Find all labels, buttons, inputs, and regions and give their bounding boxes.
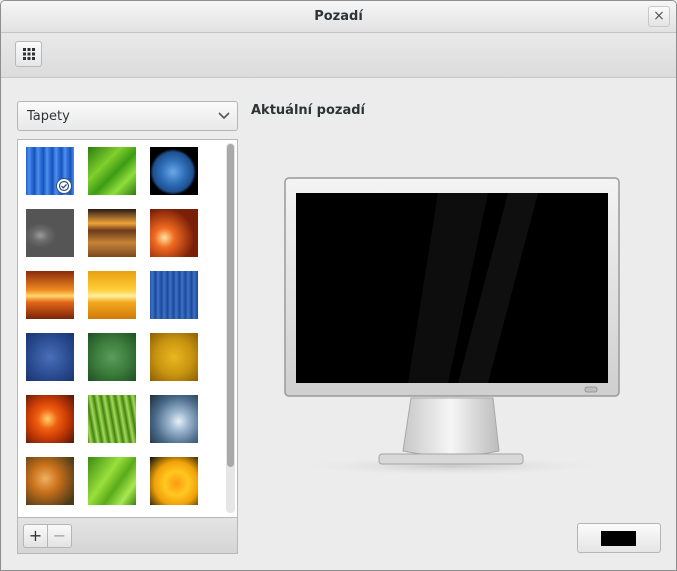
thumbnail-grid [26, 147, 202, 505]
add-wallpaper-button[interactable]: + [23, 524, 48, 548]
thumbnail-water-splash[interactable] [150, 395, 198, 443]
color-swatch [601, 531, 636, 546]
remove-wallpaper-button[interactable]: − [47, 524, 72, 548]
gallery-toolbar: + − [17, 518, 238, 554]
thumbnail-yellow-flower[interactable] [150, 457, 198, 505]
source-combo-value: Tapety [27, 109, 70, 124]
wallpaper-gallery [17, 139, 238, 518]
thumbnail-green-gradient[interactable] [88, 333, 136, 381]
monitor-preview [284, 177, 620, 476]
window-title: Pozadí [314, 9, 363, 24]
close-button[interactable]: × [648, 6, 670, 27]
thumbnail-orange-bokeh[interactable] [150, 209, 198, 257]
titlebar: Pozadí × [1, 1, 676, 33]
current-background-label: Aktuální pozadí [251, 103, 365, 118]
thumbnail-green-leaf[interactable] [88, 147, 136, 195]
thumbnail-blue-lines[interactable] [150, 271, 198, 319]
thumbnail-orange-flower[interactable] [26, 395, 74, 443]
thumbnail-blue-gradient[interactable] [26, 333, 74, 381]
selected-check-icon [56, 178, 72, 194]
thumbnail-water-drops[interactable] [26, 209, 74, 257]
thumbnail-blue-stripes[interactable] [26, 147, 74, 195]
toolbar [1, 33, 676, 78]
source-combo[interactable]: Tapety [17, 101, 238, 131]
show-all-settings-button[interactable] [15, 41, 42, 67]
thumbnail-grass[interactable] [88, 395, 136, 443]
chevron-down-icon [218, 112, 230, 120]
background-settings-window: Pozadí × Tapety + − Aktuální pozadí [0, 0, 677, 571]
gallery-scrollbar-thumb[interactable] [227, 144, 234, 467]
thumbnail-earth[interactable] [150, 147, 198, 195]
thumbnail-orange-light[interactable] [26, 271, 74, 319]
thumbnail-yellow-light[interactable] [88, 271, 136, 319]
gallery-scrollbar[interactable] [226, 143, 235, 513]
background-color-button[interactable] [577, 523, 661, 553]
close-icon: × [653, 8, 665, 24]
grid-icon [23, 48, 35, 60]
thumbnail-sunset-dunes[interactable] [88, 209, 136, 257]
thumbnail-dandelion[interactable] [26, 457, 74, 505]
thumbnail-green-leaf-2[interactable] [88, 457, 136, 505]
thumbnail-yellow-gradient[interactable] [150, 333, 198, 381]
